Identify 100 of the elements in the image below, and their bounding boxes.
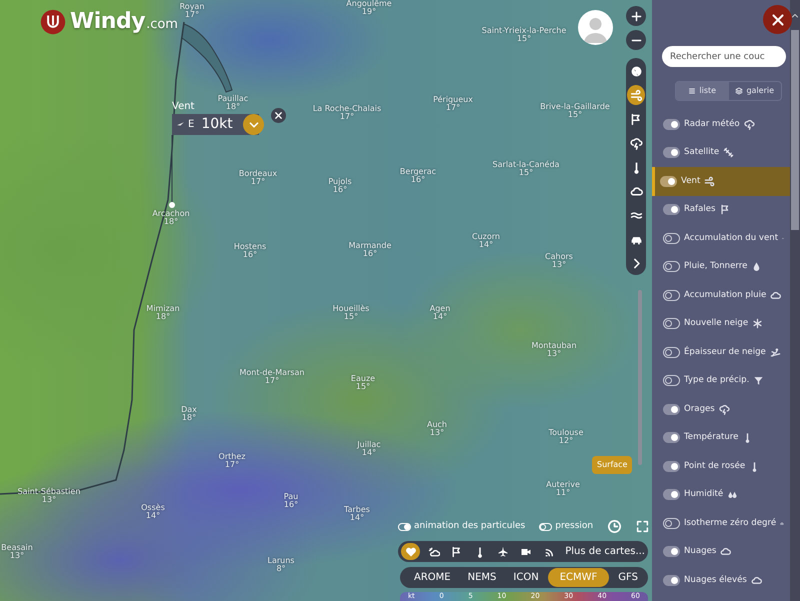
toggle-switch[interactable] bbox=[663, 546, 680, 558]
city-temperature: 17° bbox=[340, 113, 354, 122]
layer-item[interactable]: Radar météo bbox=[652, 110, 790, 138]
clock-button[interactable] bbox=[607, 519, 622, 534]
logo-text: Windy.com bbox=[70, 8, 178, 36]
toggle-switch[interactable] bbox=[663, 318, 680, 330]
layer-button[interactable] bbox=[627, 85, 645, 105]
fullscreen-icon bbox=[636, 520, 650, 533]
city-temperature: 11° bbox=[556, 489, 570, 498]
layer-item[interactable]: Température bbox=[652, 424, 790, 452]
toggle-switch[interactable] bbox=[663, 261, 680, 272]
view-tab[interactable]: galerie bbox=[728, 82, 781, 100]
overlay-toggle[interactable]: animation des particules bbox=[398, 520, 526, 534]
city-temperature: 17° bbox=[184, 11, 200, 20]
city-temperature: 16° bbox=[410, 176, 426, 185]
city-temperature: 17° bbox=[264, 377, 280, 386]
overlay-toggle[interactable]: pression bbox=[539, 520, 594, 534]
drops-icon bbox=[727, 489, 738, 500]
layer-item[interactable]: Rafales bbox=[652, 196, 790, 224]
estuary bbox=[182, 24, 232, 92]
layer-item[interactable]: Pluie, Tonnerre bbox=[652, 252, 790, 281]
city-name: Périgueux bbox=[433, 96, 473, 104]
layer-item[interactable]: Accumulation du vent bbox=[652, 224, 790, 252]
city-temperature: 18° bbox=[164, 218, 178, 227]
city-temperature: 16° bbox=[284, 501, 298, 510]
toggle-switch[interactable] bbox=[663, 460, 680, 472]
toggle-switch[interactable] bbox=[663, 118, 680, 130]
model-tab[interactable]: ICON bbox=[505, 568, 547, 587]
layer-label: Température bbox=[684, 431, 738, 444]
quick-map-button[interactable] bbox=[401, 543, 420, 560]
city-temperature: 13° bbox=[430, 429, 444, 438]
layer-item[interactable]: Humidité bbox=[652, 480, 790, 509]
zoom-in-button[interactable] bbox=[626, 6, 646, 26]
toggle-switch[interactable] bbox=[663, 346, 680, 358]
more-maps-link[interactable]: Plus de cartes... bbox=[563, 544, 645, 559]
layer-item[interactable]: Épaisseur de neige bbox=[652, 338, 790, 366]
layer-label: Type de précip. bbox=[684, 374, 750, 388]
city-temperature: 18° bbox=[226, 103, 240, 112]
city-temperature: 13° bbox=[42, 496, 56, 505]
clock-icon bbox=[607, 519, 622, 534]
layer-item[interactable]: Vent bbox=[652, 167, 790, 196]
city-name: Pujols bbox=[328, 178, 352, 186]
layer-label: Rafales bbox=[684, 203, 716, 216]
layer-item[interactable]: Nouvelle neige bbox=[652, 310, 790, 338]
city-temperature: 14° bbox=[350, 514, 364, 523]
wind-direction: E bbox=[188, 118, 194, 132]
toggle-switch[interactable] bbox=[663, 375, 680, 386]
toggle-switch[interactable] bbox=[660, 176, 677, 187]
city-name: Mimizan bbox=[146, 305, 180, 313]
search-field[interactable]: Rechercher une couc bbox=[662, 46, 786, 67]
model-tab[interactable]: AROME bbox=[406, 568, 459, 587]
wind-icon bbox=[704, 176, 716, 187]
city-name: Saint-Sébastien bbox=[18, 488, 80, 496]
model-tab[interactable]: NEMS bbox=[460, 568, 504, 587]
toggle-switch[interactable] bbox=[663, 290, 680, 301]
view-tab[interactable]: liste bbox=[676, 82, 728, 100]
city-temperature: 16° bbox=[362, 250, 378, 259]
city-name: Pauillac bbox=[218, 95, 248, 103]
zoom-out-button[interactable] bbox=[626, 30, 646, 50]
toggle-switch[interactable] bbox=[663, 432, 680, 444]
close-button[interactable] bbox=[271, 108, 286, 123]
city-name: Orthez bbox=[218, 453, 246, 461]
globe-icon bbox=[630, 64, 642, 78]
heart-icon bbox=[404, 546, 417, 558]
city-temperature: 13° bbox=[546, 350, 562, 359]
layer-item[interactable]: Isotherme zéro degré bbox=[652, 509, 790, 538]
toggle-switch[interactable] bbox=[663, 489, 680, 500]
city-name: Pau bbox=[284, 493, 298, 501]
layer-label: Épaisseur de neige bbox=[684, 346, 766, 359]
toggle-switch[interactable] bbox=[663, 404, 680, 415]
layer-item[interactable]: Nuages élevés bbox=[652, 566, 790, 594]
city-temperature: 15° bbox=[356, 383, 370, 392]
city-temperature: 12° bbox=[558, 437, 574, 446]
plane-icon bbox=[497, 546, 510, 558]
city-name: Mont-de-Marsan bbox=[240, 369, 304, 377]
avatar[interactable] bbox=[578, 10, 613, 45]
layer-item[interactable]: Accumulation pluie bbox=[652, 281, 790, 310]
city-name: Ossès bbox=[141, 504, 165, 512]
cloud-icon bbox=[630, 184, 642, 198]
toggle-switch[interactable] bbox=[663, 518, 680, 529]
city-temperature: 17° bbox=[446, 104, 460, 113]
model-tab[interactable]: GFS bbox=[610, 568, 646, 587]
cloud-lightning-icon bbox=[630, 136, 642, 150]
toggle-switch[interactable] bbox=[663, 574, 680, 586]
layer-label: Nouvelle neige bbox=[684, 317, 748, 330]
layer-label: Nuages bbox=[684, 545, 716, 558]
toggle-switch[interactable] bbox=[663, 232, 680, 244]
city-name: Royan bbox=[180, 3, 204, 11]
layer-item[interactable]: Point de rosée bbox=[652, 452, 790, 480]
layer-item[interactable]: Nuages bbox=[652, 538, 790, 566]
city-name: Brive-la-Gaillarde bbox=[540, 103, 610, 111]
layer-item[interactable]: Orages bbox=[652, 395, 790, 424]
layer-item[interactable]: Satellite bbox=[652, 138, 790, 167]
layer-item[interactable]: Type de précip. bbox=[652, 366, 790, 395]
toggle-switch[interactable] bbox=[663, 147, 680, 158]
city-name: Saint-Yrieix-la-Perche bbox=[482, 27, 566, 35]
fullscreen-button[interactable] bbox=[636, 520, 650, 533]
toggle-switch[interactable] bbox=[663, 204, 680, 216]
city-temperature: 15° bbox=[516, 35, 532, 44]
scrollbar-thumb[interactable] bbox=[791, 30, 799, 230]
